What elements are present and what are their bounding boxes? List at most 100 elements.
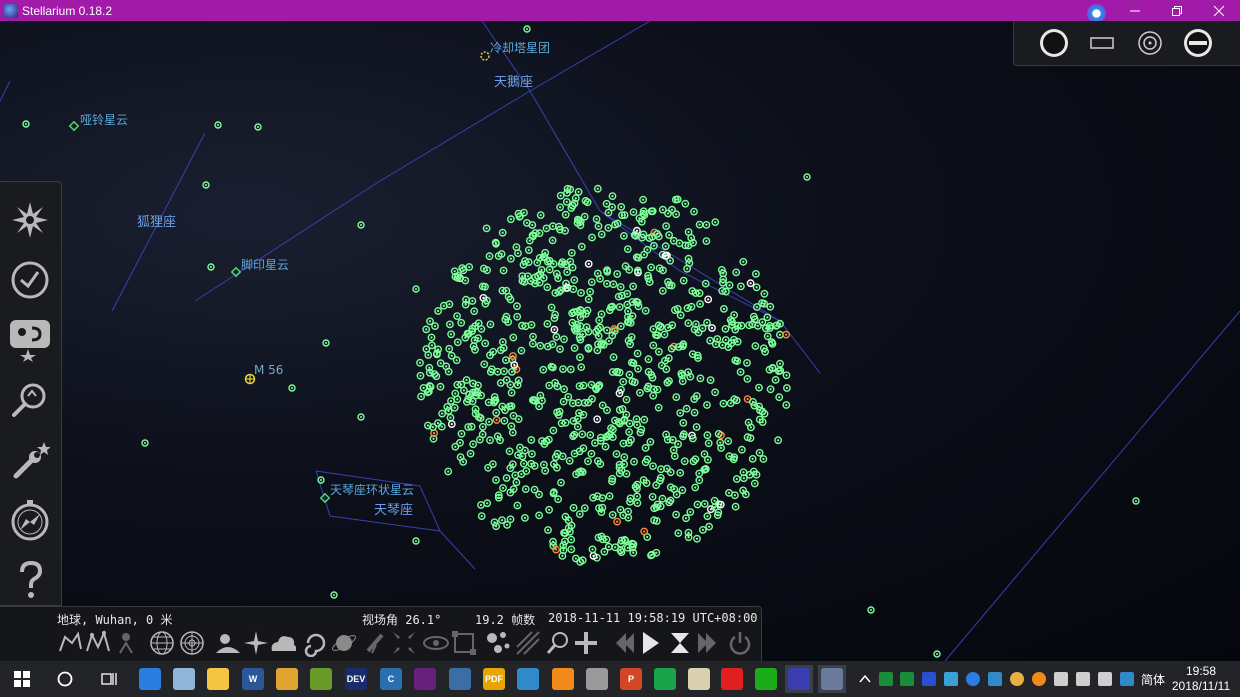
star[interactable] (577, 363, 586, 371)
cardinal-points-button[interactable] (242, 629, 270, 657)
star[interactable] (669, 446, 678, 454)
star[interactable] (417, 392, 425, 401)
star[interactable] (556, 345, 564, 353)
star[interactable] (625, 419, 634, 428)
star[interactable] (485, 417, 493, 426)
star[interactable] (481, 339, 490, 348)
star[interactable] (702, 237, 711, 246)
star[interactable] (426, 317, 434, 326)
star[interactable] (714, 429, 723, 438)
star[interactable] (486, 436, 494, 445)
star[interactable] (202, 181, 210, 189)
app-dev-cpp[interactable]: DEV (342, 665, 370, 693)
cortana-button[interactable] (51, 665, 79, 693)
star[interactable] (490, 518, 499, 527)
star[interactable] (514, 415, 523, 423)
star[interactable] (499, 484, 507, 492)
star[interactable] (626, 494, 635, 503)
clock[interactable]: 19:58 2018/11/11 (1168, 664, 1234, 694)
star[interactable] (736, 368, 745, 376)
star[interactable] (620, 460, 628, 469)
star[interactable] (464, 423, 473, 431)
network-icon[interactable] (1076, 672, 1090, 686)
star[interactable] (752, 283, 761, 292)
star[interactable] (357, 413, 365, 421)
star[interactable] (565, 456, 574, 465)
star[interactable] (457, 318, 466, 327)
star[interactable] (288, 384, 296, 392)
star[interactable] (654, 403, 663, 412)
star[interactable] (478, 422, 487, 431)
star[interactable] (567, 535, 576, 544)
star[interactable] (678, 486, 687, 495)
star[interactable] (658, 494, 667, 503)
star[interactable] (704, 295, 713, 304)
star[interactable] (424, 351, 433, 359)
star[interactable] (513, 302, 521, 311)
tray-h-icon[interactable] (879, 672, 893, 686)
star-field[interactable] (22, 25, 1140, 658)
star[interactable] (539, 365, 548, 374)
star[interactable] (436, 382, 445, 391)
dso-label-m56[interactable]: M 56 (254, 363, 283, 377)
star[interactable] (634, 364, 642, 373)
star[interactable] (214, 121, 222, 129)
close-button[interactable] (1198, 0, 1240, 21)
star[interactable] (587, 278, 596, 286)
star[interactable] (703, 401, 711, 409)
star[interactable] (549, 426, 558, 435)
star[interactable] (625, 370, 634, 379)
app-visual-studio[interactable] (411, 665, 439, 693)
star[interactable] (724, 437, 733, 445)
star[interactable] (738, 445, 746, 454)
app-remote-desktop[interactable] (446, 665, 474, 693)
star[interactable] (700, 499, 709, 508)
star[interactable] (492, 522, 500, 531)
star[interactable] (684, 319, 693, 327)
star[interactable] (608, 510, 617, 519)
star[interactable] (589, 493, 597, 502)
star[interactable] (573, 422, 582, 431)
star[interactable] (483, 499, 492, 508)
star[interactable] (446, 413, 455, 422)
star[interactable] (641, 306, 650, 315)
star[interactable] (438, 409, 446, 418)
constellation-label-vulpecula[interactable]: 狐狸座 (137, 211, 176, 230)
star[interactable] (771, 375, 780, 384)
star[interactable] (567, 545, 576, 554)
star[interactable] (682, 404, 691, 413)
star[interactable] (498, 228, 507, 237)
star[interactable] (676, 409, 685, 417)
star[interactable] (649, 385, 658, 394)
star[interactable] (521, 513, 529, 522)
star[interactable] (517, 346, 526, 355)
star[interactable] (506, 254, 515, 263)
star[interactable] (617, 202, 626, 211)
battery-icon[interactable] (1054, 672, 1068, 686)
star[interactable] (536, 211, 545, 220)
star[interactable] (587, 449, 596, 458)
star[interactable] (693, 534, 701, 543)
star[interactable] (676, 311, 685, 320)
date-time-window-button[interactable] (8, 258, 52, 302)
star[interactable] (783, 384, 791, 392)
star[interactable] (549, 537, 557, 546)
star[interactable] (692, 423, 701, 431)
star[interactable] (541, 248, 550, 257)
time-play-button[interactable] (636, 629, 664, 657)
star[interactable] (593, 184, 602, 193)
star[interactable] (475, 435, 484, 444)
star[interactable] (450, 403, 459, 412)
star[interactable] (588, 233, 596, 242)
star[interactable] (703, 318, 711, 327)
star[interactable] (522, 467, 531, 475)
star[interactable] (564, 392, 573, 401)
star[interactable] (743, 358, 751, 367)
star[interactable] (509, 352, 517, 360)
star[interactable] (530, 485, 539, 494)
star[interactable] (447, 330, 455, 339)
app-pet[interactable] (583, 665, 611, 693)
star[interactable] (703, 512, 712, 521)
volume-icon[interactable] (1098, 672, 1112, 686)
star[interactable] (574, 187, 583, 196)
